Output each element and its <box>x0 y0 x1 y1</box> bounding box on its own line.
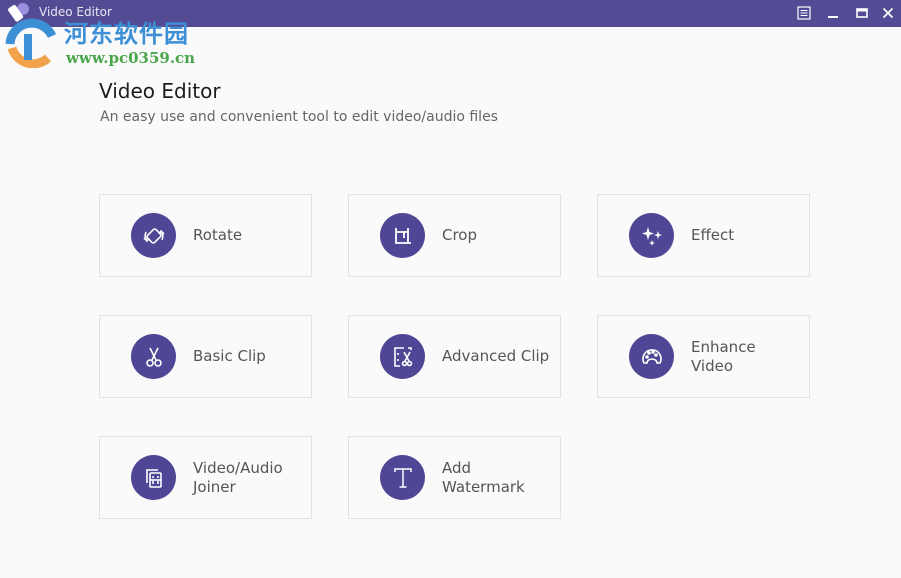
film-scissors-icon <box>380 334 425 379</box>
tool-label: Enhance Video <box>691 337 756 375</box>
maximize-icon <box>856 8 868 18</box>
tool-label: Add Watermark <box>442 458 525 496</box>
minimize-button[interactable] <box>822 3 844 23</box>
tool-card-advanced-clip[interactable]: Advanced Clip <box>348 315 561 398</box>
tool-card-crop[interactable]: Crop <box>348 194 561 277</box>
crop-icon <box>380 213 425 258</box>
tool-card-enhance-video[interactable]: Enhance Video <box>597 315 810 398</box>
joiner-icon <box>131 455 176 500</box>
tool-card-rotate[interactable]: Rotate <box>99 194 312 277</box>
tool-label: Basic Clip <box>193 347 266 365</box>
tool-label: Video/Audio Joiner <box>193 458 283 496</box>
close-icon <box>882 7 894 19</box>
menu-button[interactable] <box>793 3 815 23</box>
close-button[interactable] <box>877 3 899 23</box>
text-icon <box>380 455 425 500</box>
watermark-url: www.pc0359.cn <box>66 49 196 67</box>
sparkle-icon <box>629 213 674 258</box>
tool-card-add-watermark[interactable]: Add Watermark <box>348 436 561 519</box>
tool-label: Effect <box>691 226 735 244</box>
watermark-site-name: 河东软件园 <box>64 19 189 48</box>
rotate-icon <box>131 213 176 258</box>
tool-card-effect[interactable]: Effect <box>597 194 810 277</box>
palette-icon <box>629 334 674 379</box>
page-subtitle: An easy use and convenient tool to edit … <box>100 109 498 125</box>
tool-label: Rotate <box>193 226 243 244</box>
watermark-logo-icon <box>5 18 57 68</box>
maximize-button[interactable] <box>851 3 873 23</box>
tool-card-basic-clip[interactable]: Basic Clip <box>99 315 312 398</box>
page-title: Video Editor <box>99 79 221 103</box>
tool-label: Crop <box>442 226 478 244</box>
tool-card-video-audio-joiner[interactable]: Video/Audio Joiner <box>99 436 312 519</box>
minimize-icon <box>828 16 838 18</box>
menu-icon <box>797 6 811 20</box>
scissors-icon <box>131 334 176 379</box>
tool-label: Advanced Clip <box>442 347 550 365</box>
